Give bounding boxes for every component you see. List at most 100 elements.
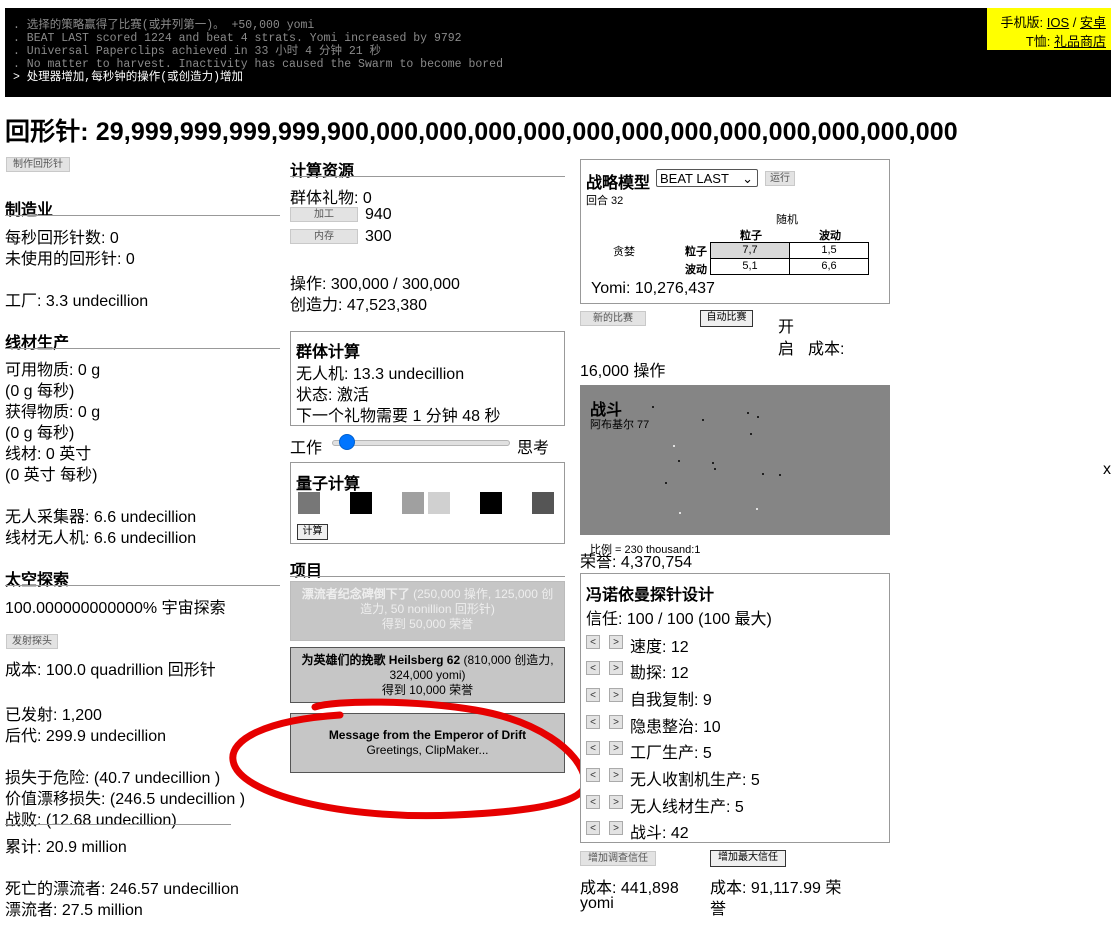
compute-button[interactable]: 计算 [297,524,328,540]
divider [5,585,280,586]
probe-stat-label: 隐患整治: 10 [630,719,721,736]
decrease-stat-button[interactable]: < [586,715,600,729]
work-think-slider[interactable] [332,434,510,450]
auto-tournament-button[interactable]: 自动比赛 [700,310,753,327]
battle-name: 阿布基尔 77 [590,419,650,431]
clip-count: 回形针: 29,999,999,999,999,900,000,000,000,… [5,118,958,146]
payoff-cell: 5,1 [710,258,790,275]
increase-stat-button[interactable]: > [609,661,623,675]
increase-stat-button[interactable]: > [609,715,623,729]
red-circle-annotation [229,698,589,820]
probe-dot [678,460,680,462]
quantum-chip [428,492,450,514]
swarm-gifts: 群体礼物: 0 [290,190,372,207]
probe-dot [712,462,714,464]
probe-trust: 信任: 100 / 100 (100 最大) [586,611,772,628]
wire-rate: (0 英寸 每秒) [5,467,98,484]
divider [5,824,231,825]
probe-dot [714,468,716,470]
honor-value: 荣誉: 4,370,754 [580,554,693,571]
close-x[interactable]: x [1103,461,1111,479]
decrease-stat-button[interactable]: < [586,741,600,755]
probe-dot [665,482,667,484]
increase-stat-button[interactable]: > [609,795,623,809]
decrease-stat-button[interactable]: < [586,821,600,835]
memory-value: 300 [365,228,392,245]
quantum-computing-panel: 量子计算 计算 [290,462,565,544]
quantum-chip [480,492,502,514]
increase-stat-button[interactable]: > [609,741,623,755]
project-title: 漂流者纪念碑倒下了 [301,587,410,601]
quantum-chip [298,492,320,514]
project-drifter-monument[interactable]: 漂流者纪念碑倒下了 (250,000 操作, 125,000 创造力, 50 n… [290,581,565,641]
wire-drones: 线材无人机: 6.6 undecillion [5,530,197,547]
run-tournament-button[interactable]: 运行 [765,171,795,186]
probe-stat-label: 工厂生产: 5 [630,745,712,762]
probe-stat-label: 战斗: 42 [630,825,689,842]
auto-tournament-state: 开 [778,319,795,336]
quantum-chip [350,492,372,514]
console-line-current: > 处理器增加,每秒钟的操作(或创造力)增加 [13,71,244,84]
android-link[interactable]: 安卓 [1080,15,1106,30]
tournament-cost-ops: 16,000 操作 [580,363,666,380]
think-label: 思考 [517,440,550,457]
probe-design-panel: 冯诺依曼探针设计 信任: 100 / 100 (100 最大) < > 速度: 12… [580,573,890,843]
mobile-label: 手机版: [1000,15,1047,30]
make-paperclip-button[interactable]: 制作回形针 [6,157,70,172]
probe-dot [747,412,749,414]
decrease-stat-button[interactable]: < [586,795,600,809]
strategy-select[interactable]: BEAT LAST ⌄ [656,169,758,187]
payoff-cell: 6,6 [789,258,869,275]
add-memory-button[interactable]: 内存 [290,229,358,244]
divider [5,215,280,216]
increase-probe-trust-button[interactable]: 增加调查信任 [580,851,656,866]
probe-stat-label: 勘探: 12 [630,665,689,682]
strategy-select-value: BEAT LAST [660,171,729,186]
decrease-stat-button[interactable]: < [586,768,600,782]
console-line: . Universal Paperclips achieved in 33 小时… [13,45,382,58]
payoff-row-label: 波动 [685,264,707,276]
console-log: . 选择的策略赢得了比赛(或并列第一)。 +50,000 yomi . BEAT… [5,8,1111,97]
increase-stat-button[interactable]: > [609,635,623,649]
increase-stat-button[interactable]: > [609,768,623,782]
project-title: 为英雄们的挽歌 Heilsberg 62 [301,653,461,667]
probe-dot [762,473,764,475]
add-processor-button[interactable]: 加工 [290,207,358,222]
ios-link[interactable]: IOS [1047,15,1069,30]
slider-thumb[interactable] [339,434,355,450]
new-tournament-button[interactable]: 新的比赛 [580,311,646,326]
lost-in-combat: 战败: (12.68 undecillion) [5,812,177,829]
trust-cost-unit: yomi [580,895,614,912]
probe-dot [702,419,704,421]
drifters: 漂流者: 27.5 million [5,902,143,919]
console-line: . 选择的策略赢得了比赛(或并列第一)。 +50,000 yomi [13,19,315,32]
decrease-stat-button[interactable]: < [586,688,600,702]
increase-stat-button[interactable]: > [609,821,623,835]
gift-shop-link[interactable]: 礼品商店 [1054,34,1106,49]
chevron-down-icon: ⌄ [742,171,753,186]
decrease-stat-button[interactable]: < [586,661,600,675]
payoff-cell: 1,5 [789,242,869,259]
link-separator: / [1069,15,1080,30]
wire-production-header: 线材生产 [5,335,70,352]
increase-stat-button[interactable]: > [609,688,623,702]
factories: 工厂: 3.3 undecillion [5,293,149,310]
swarm-computing-panel: 群体计算 无人机: 13.3 undecillion 状态: 激活 下一个礼物需… [290,331,565,426]
compute-resources-header: 计算资源 [290,163,355,180]
launch-probe-button[interactable]: 发射探头 [6,634,58,649]
drifter-dot [679,512,681,514]
drifter-dot [673,445,675,447]
payoff-col-label: 波动 [819,230,841,242]
tournament-cost-label: 成本: [808,341,845,358]
increase-max-trust-button[interactable]: 增加最大信任 [710,850,786,867]
payoff-cell: 7,7 [710,242,790,259]
divider [290,576,565,577]
tshirt-label: T恤: [1025,34,1054,49]
unused-clips: 未使用的回形针: 0 [5,251,135,268]
quantum-computing-header: 量子计算 [296,476,361,493]
strategy-modeling-header: 战略模型 [586,175,651,192]
decrease-stat-button[interactable]: < [586,635,600,649]
probe-stat-label: 无人收割机生产: 5 [630,772,760,789]
space-exploration-header: 太空探索 [5,572,70,589]
payoff-row-label: 粒子 [685,246,707,258]
